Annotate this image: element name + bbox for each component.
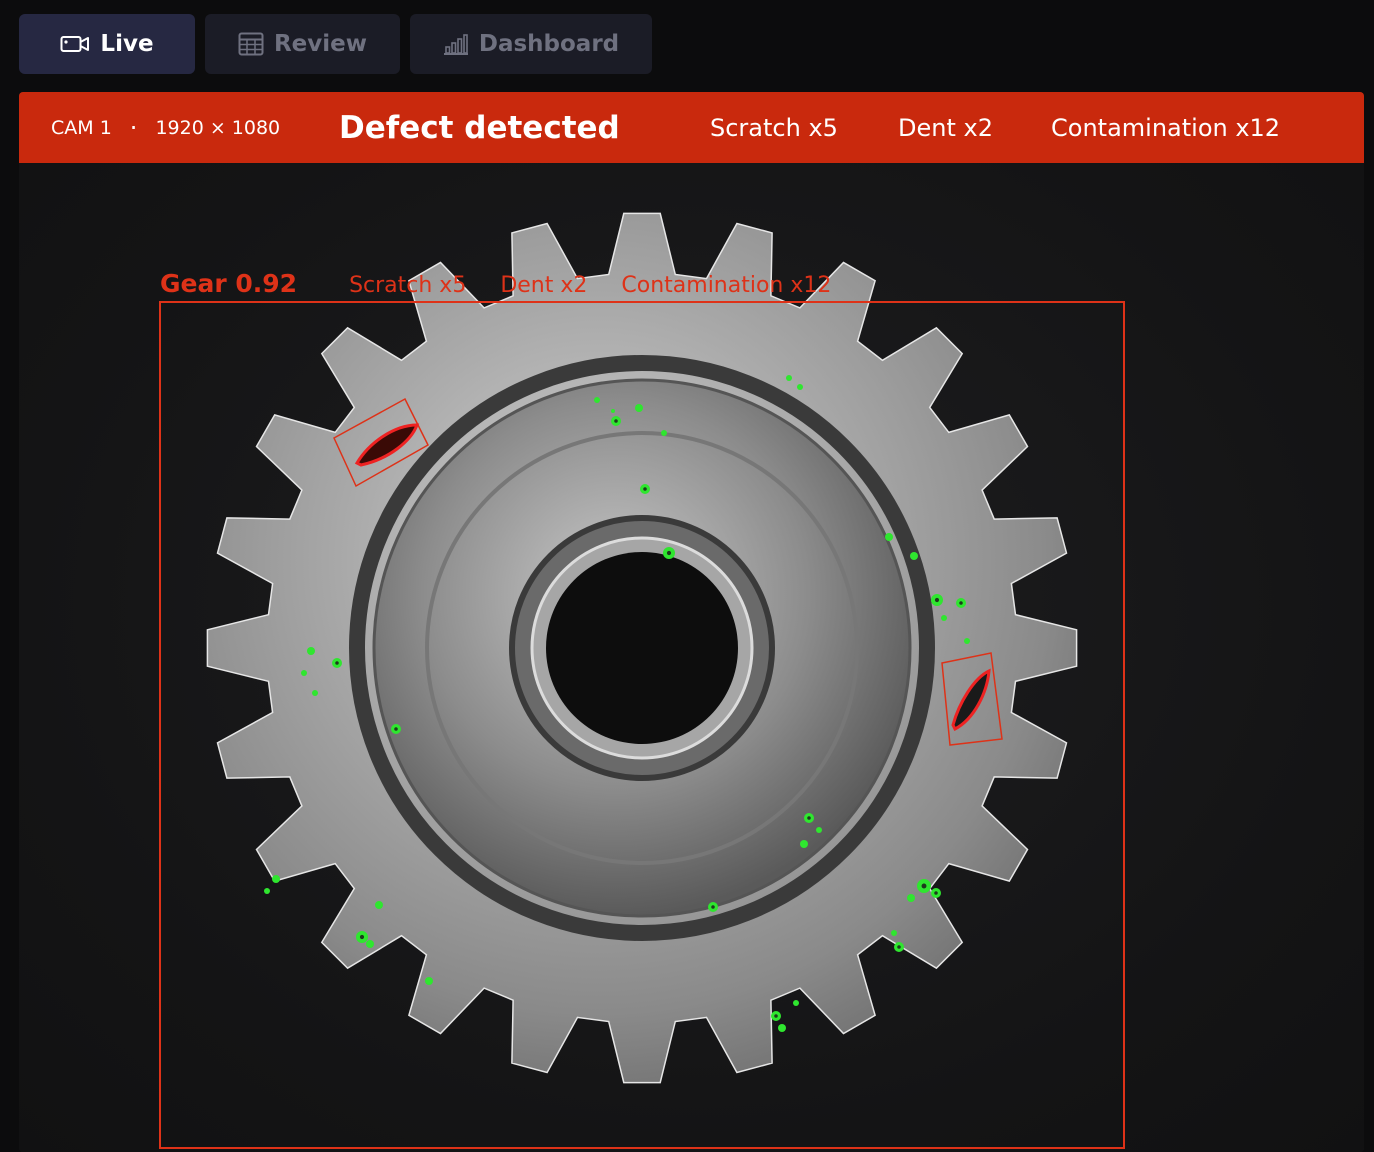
dent-label: Dent x2 bbox=[500, 273, 588, 298]
contamination-spot bbox=[797, 384, 803, 390]
contamination-spot bbox=[964, 638, 970, 644]
contamination-spot-core bbox=[934, 597, 940, 603]
meta-separator: · bbox=[129, 113, 138, 142]
contamination-spot bbox=[793, 1000, 799, 1006]
contamination-spot bbox=[891, 930, 897, 936]
contamination-spot-core bbox=[711, 905, 715, 909]
tab-live[interactable]: Live bbox=[19, 14, 195, 74]
contamination-spot bbox=[941, 615, 947, 621]
contamination-spot bbox=[301, 670, 307, 676]
camera-meta: CAM 1 · 1920 × 1080 bbox=[51, 114, 280, 142]
scratch-count: Scratch x5 bbox=[710, 113, 838, 142]
contamination-spot bbox=[778, 1024, 786, 1032]
contamination-spot bbox=[366, 940, 374, 948]
contamination-spot-core bbox=[774, 1014, 778, 1018]
view-tabs: Live Review Dashboard bbox=[19, 14, 652, 74]
contamination-spot-core bbox=[359, 934, 365, 940]
detection-labels: Gear 0.92 Scratch x5 Dent x2 Contaminati… bbox=[160, 268, 865, 298]
contamination-spot bbox=[885, 533, 893, 541]
tab-review-label: Review bbox=[273, 31, 368, 57]
dent-count: Dent x2 bbox=[898, 113, 993, 142]
contamination-label: Contamination x12 bbox=[621, 273, 832, 298]
camera-panel: CAM 1 · 1920 × 1080 Defect detected Scra… bbox=[19, 92, 1364, 1152]
inspection-status: Defect detected bbox=[339, 109, 620, 146]
contamination-spot-core bbox=[921, 883, 927, 889]
camera-name: CAM 1 bbox=[51, 116, 112, 139]
scratch-label: Scratch x5 bbox=[349, 273, 467, 298]
contamination-spot bbox=[910, 552, 918, 560]
contamination-spot bbox=[425, 977, 433, 985]
contamination-spot bbox=[635, 404, 643, 412]
bar-chart-icon bbox=[443, 33, 469, 55]
camera-resolution: 1920 × 1080 bbox=[155, 116, 281, 139]
contamination-spot bbox=[786, 375, 792, 381]
tab-review[interactable]: Review bbox=[205, 14, 400, 74]
contamination-spot bbox=[661, 430, 667, 436]
contamination-spot bbox=[307, 647, 315, 655]
table-icon bbox=[238, 32, 264, 56]
tab-dashboard-label: Dashboard bbox=[478, 31, 620, 57]
contamination-spot-core bbox=[807, 816, 811, 820]
contamination-spot bbox=[800, 840, 808, 848]
tab-dashboard[interactable]: Dashboard bbox=[410, 14, 652, 74]
gear-bore bbox=[546, 552, 738, 744]
live-camera-view[interactable]: Gear 0.92 Scratch x5 Dent x2 Contaminati… bbox=[19, 163, 1364, 1152]
contamination-spot-core bbox=[666, 550, 672, 556]
contamination-spot bbox=[907, 894, 915, 902]
contamination-spot bbox=[611, 409, 615, 413]
contamination-spot-core bbox=[934, 891, 938, 895]
contamination-spot-core bbox=[959, 601, 963, 605]
contamination-count: Contamination x12 bbox=[1051, 113, 1281, 142]
contamination-spot-core bbox=[335, 661, 339, 665]
contamination-spot-core bbox=[643, 487, 647, 491]
video-camera-icon bbox=[60, 33, 90, 55]
contamination-spot bbox=[594, 397, 600, 403]
inspection-image bbox=[159, 212, 1125, 1149]
tab-live-label: Live bbox=[100, 31, 154, 57]
contamination-spot bbox=[312, 690, 318, 696]
defect-alert-banner: CAM 1 · 1920 × 1080 Defect detected Scra… bbox=[19, 92, 1364, 163]
object-label: Gear 0.92 bbox=[160, 269, 298, 298]
contamination-spot-core bbox=[394, 727, 398, 731]
contamination-spot-core bbox=[897, 945, 901, 949]
contamination-spot-core bbox=[614, 419, 618, 423]
contamination-spot bbox=[375, 901, 383, 909]
contamination-spot bbox=[272, 875, 280, 883]
contamination-spot bbox=[816, 827, 822, 833]
contamination-spot bbox=[264, 888, 270, 894]
